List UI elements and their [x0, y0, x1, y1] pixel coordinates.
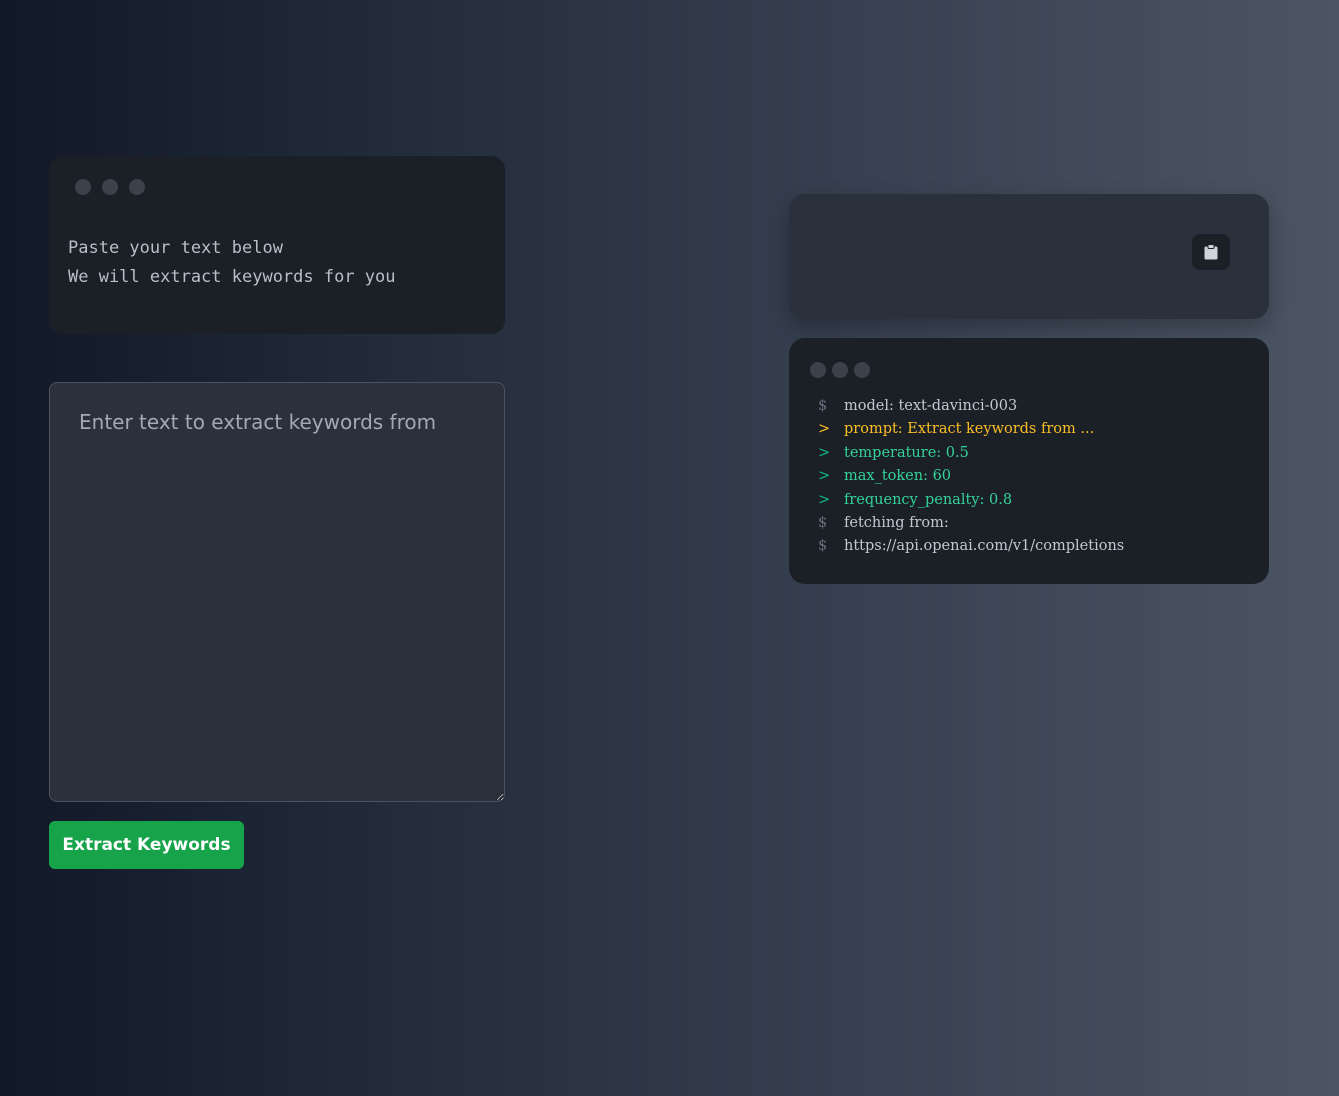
- extract-keywords-button[interactable]: Extract Keywords: [49, 821, 244, 869]
- window-dot-icon: [129, 179, 145, 195]
- intro-terminal-card: Paste your text below We will extract ke…: [49, 156, 505, 334]
- window-dot-icon: [102, 179, 118, 195]
- code-line: $ fetching from:: [818, 512, 1124, 535]
- code-line-text: model: text-davinci-003: [844, 398, 1018, 414]
- window-dots: [810, 362, 870, 378]
- code-line: > prompt: Extract keywords from ...: [818, 418, 1124, 441]
- continuation-symbol: >: [818, 468, 831, 485]
- code-line-text: prompt: Extract keywords from ...: [844, 421, 1095, 438]
- window-dot-icon: [832, 362, 848, 378]
- window-dot-icon: [854, 362, 870, 378]
- continuation-symbol: >: [818, 444, 831, 461]
- code-line-text: fetching from:: [844, 515, 949, 532]
- code-line-text: temperature: 0.5: [844, 444, 969, 461]
- keywords-output-card: [789, 194, 1269, 319]
- code-lines: $ model: text-davinci-003 > prompt: Extrac…: [818, 395, 1124, 559]
- shell-prompt-symbol: $: [818, 538, 828, 555]
- intro-text: Paste your text below We will extract ke…: [68, 234, 396, 292]
- code-line: > frequency_penalty: 0.8: [818, 489, 1124, 512]
- clipboard-icon: [1204, 244, 1218, 260]
- code-line: $ model: text-davinci-003: [818, 395, 1124, 418]
- continuation-symbol: >: [818, 421, 831, 438]
- continuation-symbol: >: [818, 491, 831, 508]
- shell-prompt-symbol: $: [818, 515, 828, 532]
- code-line-text: frequency_penalty: 0.8: [844, 491, 1013, 508]
- copy-button[interactable]: [1192, 234, 1230, 270]
- code-line-text: https://api.openai.com/v1/completions: [844, 538, 1125, 555]
- keyword-text-input[interactable]: [49, 382, 505, 802]
- code-line: > temperature: 0.5: [818, 442, 1124, 465]
- code-line: $ https://api.openai.com/v1/completions: [818, 535, 1124, 558]
- request-code-card: $ model: text-davinci-003 > prompt: Extrac…: [789, 338, 1269, 584]
- intro-line-2: We will extract keywords for you: [68, 267, 396, 287]
- window-dot-icon: [75, 179, 91, 195]
- shell-prompt-symbol: $: [818, 398, 828, 414]
- intro-line-1: Paste your text below: [68, 238, 283, 258]
- code-line-text: max_token: 60: [844, 468, 952, 485]
- code-line: > max_token: 60: [818, 465, 1124, 488]
- window-dots: [75, 179, 145, 195]
- window-dot-icon: [810, 362, 826, 378]
